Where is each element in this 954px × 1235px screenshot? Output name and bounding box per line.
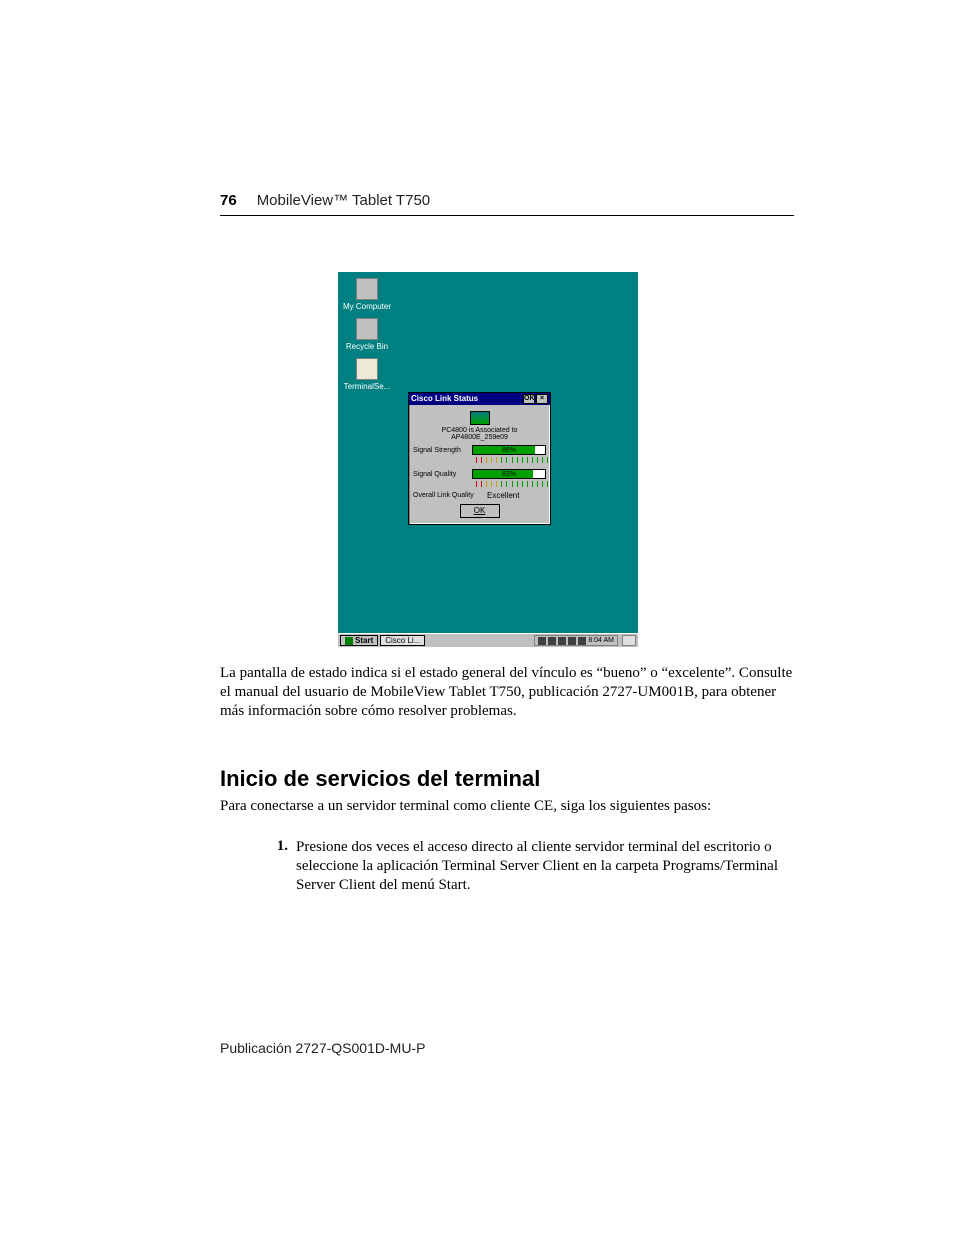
section-heading: Inicio de servicios del terminal [220, 766, 540, 792]
computer-icon [356, 278, 378, 300]
signal-strength-value: 86% [502, 447, 516, 454]
keyboard-icon[interactable] [622, 635, 636, 646]
my-computer-icon[interactable]: My Computer [342, 278, 392, 311]
windows-logo-icon [345, 637, 353, 645]
association-text: PC4800 is Associated to AP4800E_259e09 [413, 427, 546, 441]
my-computer-label: My Computer [342, 302, 392, 311]
body-paragraph-1: La pantalla de estado indica si el estad… [220, 664, 794, 720]
terminal-server-icon[interactable]: TerminalSe... [342, 358, 392, 391]
link-icon [470, 411, 490, 425]
start-label: Start [355, 636, 373, 645]
signal-quality-bar: 83% [472, 469, 546, 479]
tray-icon[interactable] [578, 637, 586, 645]
body-paragraph-2: Para conectarse a un servidor terminal c… [220, 798, 794, 815]
close-button[interactable]: × [536, 394, 548, 404]
page-header: 76 MobileView™ Tablet T750 [220, 192, 839, 209]
window-titlebar[interactable]: Cisco Link Status OK × [409, 393, 550, 405]
header-title: MobileView™ Tablet T750 [257, 192, 430, 209]
recycle-bin-icon[interactable]: Recycle Bin [342, 318, 392, 351]
recycle-bin-label: Recycle Bin [342, 342, 392, 351]
tray-icon[interactable] [548, 637, 556, 645]
page-number: 76 [220, 192, 237, 209]
tray-icon[interactable] [558, 637, 566, 645]
step-1: 1. Presione dos veces el acceso directo … [270, 838, 794, 894]
start-button[interactable]: Start [340, 635, 378, 646]
header-rule [220, 215, 794, 216]
taskbar-item-cisco[interactable]: Cisco Li... [380, 635, 425, 646]
overall-quality-value: Excellent [487, 491, 519, 500]
system-tray[interactable]: 8:04 AM [534, 635, 618, 646]
terminal-icon [356, 358, 378, 380]
titlebar-ok-button[interactable]: OK [523, 394, 535, 404]
clock: 8:04 AM [588, 636, 614, 645]
signal-quality-ticks [472, 481, 548, 487]
desktop-screenshot: My Computer Recycle Bin TerminalSe... Ci… [338, 272, 638, 647]
window-title: Cisco Link Status [411, 393, 478, 405]
step-text: Presione dos veces el acceso directo al … [296, 838, 794, 894]
taskbar: Start Cisco Li... 8:04 AM [338, 633, 638, 647]
overall-quality-label: Overall Link Quality [413, 492, 483, 499]
signal-strength-ticks [472, 457, 548, 463]
signal-strength-bar: 86% [472, 445, 546, 455]
publication-footer: Publicación 2727-QS001D-MU-P [220, 1040, 425, 1056]
signal-quality-label: Signal Quality [413, 471, 468, 478]
tray-icon[interactable] [568, 637, 576, 645]
step-number: 1. [270, 838, 288, 894]
bin-icon [356, 318, 378, 340]
terminal-server-label: TerminalSe... [342, 382, 392, 391]
signal-quality-value: 83% [502, 471, 516, 478]
signal-strength-label: Signal Strength [413, 447, 468, 454]
ok-button[interactable]: OK [460, 504, 500, 518]
tray-icon[interactable] [538, 637, 546, 645]
cisco-link-status-window: Cisco Link Status OK × PC4800 is Associa… [408, 392, 551, 525]
